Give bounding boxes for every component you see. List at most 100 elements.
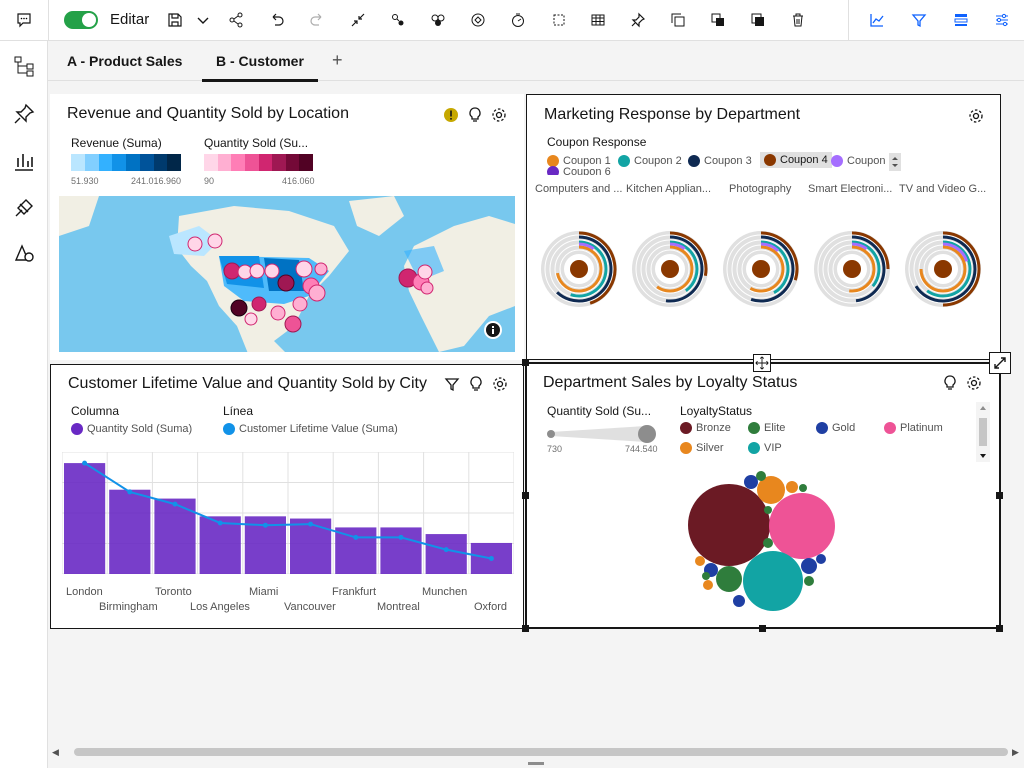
bubble-elite[interactable] — [764, 506, 772, 514]
world-map[interactable] — [59, 196, 515, 352]
layout-icon[interactable] — [946, 6, 976, 34]
legend-platinum[interactable]: Platinum — [884, 422, 943, 434]
radial-core[interactable] — [934, 260, 952, 278]
filter-icon[interactable] — [443, 375, 461, 393]
settings-sliders-icon[interactable] — [987, 6, 1017, 34]
point-clv[interactable] — [262, 522, 268, 528]
point-clv[interactable] — [127, 489, 133, 495]
tab-product-sales[interactable]: A - Product Sales — [67, 53, 182, 69]
gear-icon[interactable] — [490, 106, 508, 124]
chevron-down-icon[interactable] — [188, 6, 218, 34]
bubble-gold[interactable] — [801, 558, 817, 574]
bubble-elite[interactable] — [763, 538, 773, 548]
bubble-gold[interactable] — [816, 554, 826, 564]
lightbulb-icon[interactable] — [941, 374, 959, 392]
clv-chart[interactable] — [62, 452, 514, 574]
gear-icon[interactable] — [965, 374, 983, 392]
bubble-bronze[interactable] — [688, 484, 770, 566]
table-icon[interactable] — [583, 6, 613, 34]
legend-bronze[interactable]: Bronze — [680, 422, 731, 434]
widget-revenue-map[interactable]: Revenue and Quantity Sold by Location Re… — [50, 94, 524, 360]
radial-core[interactable] — [843, 260, 861, 278]
point-clv[interactable] — [308, 521, 314, 527]
bubble-platinum[interactable] — [769, 493, 835, 559]
legend-coupon-6[interactable]: Coupon 6 — [547, 166, 611, 175]
widget-marketing[interactable]: Marketing Response by Department Coupon … — [526, 94, 1001, 360]
copy-icon[interactable] — [663, 6, 693, 34]
bubble-gold[interactable] — [733, 595, 745, 607]
scroll-right-icon[interactable]: ▶ — [1012, 747, 1019, 758]
tab-customer[interactable]: B - Customer — [202, 53, 318, 82]
bubble-chart[interactable] — [677, 464, 847, 614]
pin-icon[interactable] — [12, 102, 36, 126]
legend-elite[interactable]: Elite — [748, 422, 785, 434]
legend-coupon-5[interactable]: Coupon — [831, 155, 886, 167]
legend-scroll-arrows[interactable] — [889, 153, 901, 171]
timer-icon[interactable] — [503, 6, 533, 34]
bubble-silver[interactable] — [703, 580, 713, 590]
connect-icon[interactable] — [383, 6, 413, 34]
bubble-elite[interactable] — [799, 484, 807, 492]
redo-icon[interactable] — [302, 6, 332, 34]
bar-quantity-sold[interactable] — [109, 489, 151, 574]
add-tab-icon[interactable]: + — [332, 50, 343, 71]
resize-handle[interactable] — [996, 492, 1003, 499]
bubble-vip[interactable] — [743, 551, 803, 611]
comment-icon[interactable] — [9, 6, 39, 34]
point-clv[interactable] — [217, 520, 223, 526]
widget-dept-sales[interactable]: Department Sales by Loyalty Status Quant… — [527, 364, 999, 628]
target-icon[interactable] — [463, 6, 493, 34]
scroll-thumb[interactable] — [74, 748, 1008, 756]
legend-coupon-4[interactable]: Coupon 4 — [760, 152, 832, 168]
bubble-silver[interactable] — [695, 556, 705, 566]
bubble-silver[interactable] — [786, 481, 798, 493]
filter-icon[interactable] — [904, 6, 934, 34]
resize-handle[interactable] — [759, 625, 766, 632]
save-icon[interactable] — [160, 6, 190, 34]
select-area-icon[interactable] — [544, 6, 574, 34]
scroll-left-icon[interactable]: ◀ — [52, 747, 59, 758]
gear-icon[interactable] — [491, 375, 509, 393]
resize-handle[interactable] — [522, 625, 529, 632]
share-icon[interactable] — [221, 6, 251, 34]
legend-quantity-sold[interactable]: Quantity Sold (Suma) — [71, 423, 192, 435]
widget-clv-city[interactable]: Customer Lifetime Value and Quantity Sol… — [50, 364, 524, 629]
lightbulb-icon[interactable] — [467, 375, 485, 393]
legend-coupon-2[interactable]: Coupon 2 — [618, 155, 682, 167]
lightbulb-icon[interactable] — [466, 106, 484, 124]
shapes-icon[interactable] — [12, 241, 36, 265]
point-clv[interactable] — [172, 501, 178, 507]
point-clv[interactable] — [82, 460, 88, 466]
legend-vip[interactable]: VIP — [748, 442, 782, 454]
resize-handle[interactable] — [522, 492, 529, 499]
bar-quantity-sold[interactable] — [290, 518, 332, 574]
move-icon[interactable] — [753, 354, 771, 372]
legend-gold[interactable]: Gold — [816, 422, 855, 434]
point-clv[interactable] — [443, 547, 449, 553]
bubble-gold[interactable] — [744, 475, 758, 489]
bubble-elite[interactable] — [804, 576, 814, 586]
data-tree-icon[interactable] — [12, 54, 36, 78]
resize-handle[interactable] — [522, 359, 529, 366]
radial-core[interactable] — [570, 260, 588, 278]
panel-grip[interactable] — [528, 762, 544, 765]
send-backward-icon[interactable] — [743, 6, 773, 34]
assets-icon[interactable] — [12, 196, 36, 220]
gear-icon[interactable] — [967, 107, 985, 125]
maximize-icon[interactable] — [989, 352, 1011, 374]
warning-icon[interactable] — [442, 106, 460, 124]
bring-forward-icon[interactable] — [703, 6, 733, 34]
legend-clv[interactable]: Customer Lifetime Value (Suma) — [223, 423, 398, 435]
collapse-icon[interactable] — [343, 6, 373, 34]
bubble-elite[interactable] — [716, 566, 742, 592]
radial-core[interactable] — [752, 260, 770, 278]
legend-coupon-3[interactable]: Coupon 3 — [688, 155, 752, 167]
group-icon[interactable] — [423, 6, 453, 34]
legend-silver[interactable]: Silver — [680, 442, 724, 454]
bubble-elite[interactable] — [756, 471, 766, 481]
delete-icon[interactable] — [783, 6, 813, 34]
point-clv[interactable] — [398, 534, 404, 540]
legend-scrollbar[interactable] — [976, 402, 990, 462]
insights-icon[interactable] — [862, 6, 892, 34]
radial-charts[interactable] — [527, 215, 1000, 325]
